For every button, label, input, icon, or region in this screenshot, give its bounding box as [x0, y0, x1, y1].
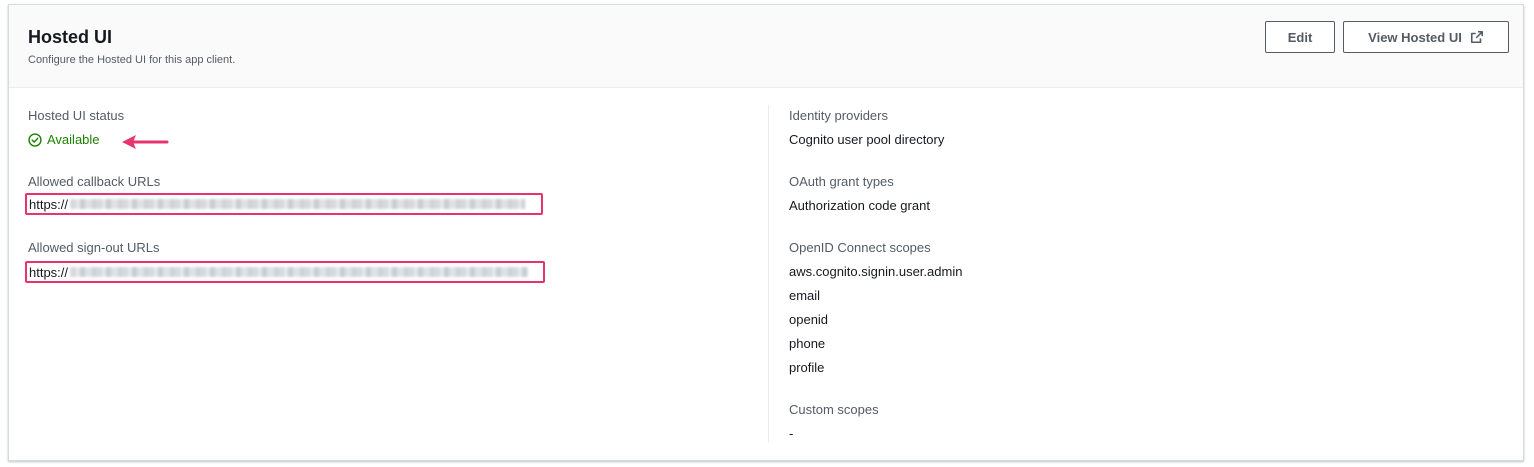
scope-item: phone	[789, 336, 826, 351]
check-circle-icon	[28, 133, 42, 147]
callback-url-prefix: https://	[29, 196, 69, 212]
view-hosted-ui-label: View Hosted UI	[1368, 29, 1462, 45]
oauth-grant-types-value: Authorization code grant	[789, 198, 930, 213]
signout-url-prefix: https://	[29, 264, 69, 280]
scope-item: openid	[789, 312, 829, 327]
panel-description: Configure the Hosted UI for this app cli…	[28, 54, 236, 66]
scope-item: email	[789, 288, 821, 303]
status-badge: Available	[28, 131, 100, 149]
column-divider	[768, 105, 769, 443]
status-value: Available	[47, 132, 100, 147]
view-hosted-ui-button[interactable]: View Hosted UI	[1343, 21, 1509, 53]
external-link-icon	[1470, 30, 1483, 44]
panel-header: Hosted UI Configure the Hosted UI for th…	[9, 5, 1523, 88]
oauth-grant-types-label: OAuth grant types	[789, 174, 894, 189]
callback-urls-label: Allowed callback URLs	[28, 174, 161, 189]
annotation-arrow-icon	[122, 135, 169, 149]
edit-button-label: Edit	[1287, 29, 1313, 45]
custom-scopes-label: Custom scopes	[789, 402, 879, 417]
identity-providers-label: Identity providers	[789, 108, 888, 123]
custom-scopes-value: -	[789, 426, 794, 441]
redacted-url-icon	[70, 199, 526, 209]
scope-item: profile	[789, 360, 825, 375]
hosted-ui-panel: Hosted UI Configure the Hosted UI for th…	[8, 4, 1524, 461]
panel-title: Hosted UI	[28, 27, 113, 47]
edit-button[interactable]: Edit	[1265, 21, 1335, 53]
oidc-scopes-label: OpenID Connect scopes	[789, 240, 931, 255]
hosted-ui-status-label: Hosted UI status	[28, 108, 125, 123]
callback-url-field: https://	[25, 193, 543, 215]
signout-url-field: https://	[25, 261, 545, 283]
identity-providers-value: Cognito user pool directory	[789, 132, 945, 147]
signout-urls-label: Allowed sign-out URLs	[28, 240, 160, 255]
scope-item: aws.cognito.signin.user.admin	[789, 264, 963, 279]
redacted-url-icon	[70, 267, 529, 277]
